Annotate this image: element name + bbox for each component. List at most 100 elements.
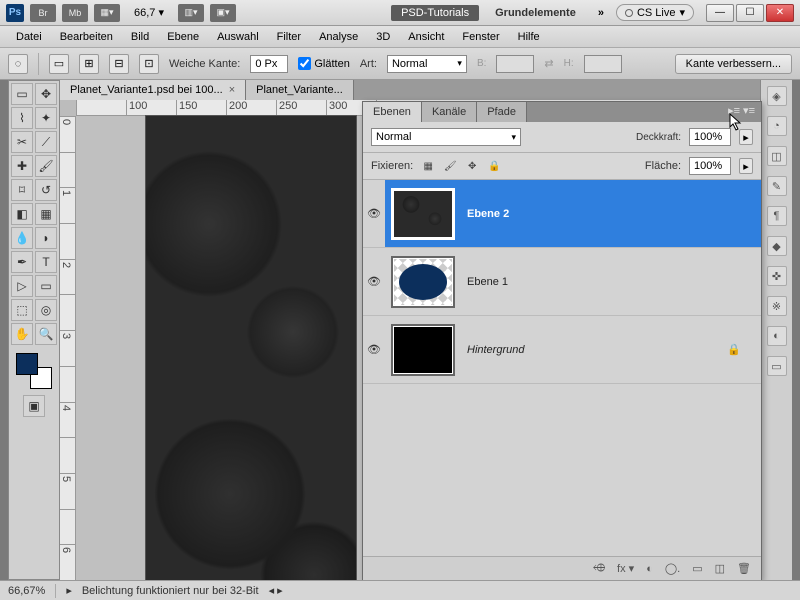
type-tool[interactable]: T	[35, 251, 57, 273]
3d-tool[interactable]: ⬚	[11, 299, 33, 321]
tab-pfade[interactable]: Pfade	[477, 102, 527, 122]
menu-hilfe[interactable]: Hilfe	[510, 29, 548, 45]
layer-group-icon[interactable]: ▭	[692, 562, 702, 575]
layout-button[interactable]: ▦▾	[94, 4, 120, 22]
lock-pixels-icon[interactable]: 🖌	[443, 159, 457, 173]
hand-tool[interactable]: ✋	[11, 323, 33, 345]
zoom-display[interactable]: 66,7 ▾	[126, 6, 172, 19]
link-layers-icon[interactable]: ⬲	[593, 562, 605, 575]
layer-name[interactable]: Ebene 1	[461, 276, 761, 288]
cslive-button[interactable]: CS Live ▾	[616, 4, 694, 21]
selection-sub-icon[interactable]: ⊟	[109, 54, 129, 74]
menu-auswahl[interactable]: Auswahl	[209, 29, 267, 45]
delete-layer-icon[interactable]: 🗑	[737, 562, 751, 575]
bridge-button[interactable]: Br	[30, 4, 56, 22]
gradient-tool[interactable]: ▦	[35, 203, 57, 225]
3dcam-tool[interactable]: ◎	[35, 299, 57, 321]
wand-tool[interactable]: ✦	[35, 107, 57, 129]
menu-datei[interactable]: Datei	[8, 29, 50, 45]
panel-menu-icon[interactable]: ▸≡ ▾≡	[722, 102, 761, 122]
close-icon[interactable]: ×	[229, 84, 235, 96]
tool-preset-icon[interactable]: ◌	[8, 54, 28, 74]
status-nav-icon[interactable]: ◂ ▸	[269, 584, 283, 597]
screenmode-button[interactable]: ▣▾	[210, 4, 236, 22]
menu-fenster[interactable]: Fenster	[454, 29, 507, 45]
adjustment-layer-icon[interactable]: ◯.	[665, 562, 680, 575]
quickmask-toggle[interactable]: ▣	[23, 395, 45, 417]
fill-slider-icon[interactable]: ▸	[739, 158, 753, 174]
visibility-icon[interactable]: 👁	[363, 343, 385, 356]
layer-row[interactable]: 👁 Ebene 2	[363, 180, 761, 248]
layer-thumbnail[interactable]	[391, 324, 455, 376]
panel-icon[interactable]: ◔	[767, 116, 787, 136]
crop-tool[interactable]: ✂	[11, 131, 33, 153]
brush-tool[interactable]: 🖌	[35, 155, 57, 177]
selection-add-icon[interactable]: ⊞	[79, 54, 99, 74]
opacity-slider-icon[interactable]: ▸	[739, 129, 753, 145]
color-swatches[interactable]	[16, 353, 52, 389]
panel-icon[interactable]: ◆	[767, 236, 787, 256]
layer-thumbnail[interactable]	[391, 256, 455, 308]
eyedropper-tool[interactable]: ⟋	[35, 131, 57, 153]
history-brush-tool[interactable]: ↺	[35, 179, 57, 201]
stamp-tool[interactable]: ⌑	[11, 179, 33, 201]
opacity-input[interactable]: 100%	[689, 128, 731, 146]
move-tool[interactable]: ✥	[35, 83, 57, 105]
minimize-button[interactable]: —	[706, 4, 734, 22]
panel-icon[interactable]: ▭	[767, 356, 787, 376]
visibility-icon[interactable]: 👁	[363, 180, 385, 247]
selection-new-icon[interactable]: ▭	[49, 54, 69, 74]
lock-transparency-icon[interactable]: ▦	[421, 159, 435, 173]
layer-fx-icon[interactable]: fx ▾	[617, 562, 634, 575]
eraser-tool[interactable]: ◧	[11, 203, 33, 225]
feather-input[interactable]: 0 Px	[250, 55, 288, 73]
viewmode-button[interactable]: ▥▾	[178, 4, 204, 22]
menu-ansicht[interactable]: Ansicht	[400, 29, 452, 45]
blend-mode-dropdown[interactable]: Normal	[371, 128, 521, 146]
close-button[interactable]: ✕	[766, 4, 794, 22]
refine-edge-button[interactable]: Kante verbessern...	[675, 54, 792, 74]
layer-name[interactable]: Hintergrund	[461, 344, 727, 356]
tab-kanaele[interactable]: Kanäle	[422, 102, 477, 122]
menu-bild[interactable]: Bild	[123, 29, 157, 45]
selection-intersect-icon[interactable]: ⊡	[139, 54, 159, 74]
menu-bearbeiten[interactable]: Bearbeiten	[52, 29, 121, 45]
document-tab[interactable]: Planet_Variante1.psd bei 100...×	[60, 80, 246, 100]
panel-icon[interactable]: ✜	[767, 266, 787, 286]
menu-filter[interactable]: Filter	[269, 29, 309, 45]
layer-row[interactable]: 👁 Ebene 1	[363, 248, 761, 316]
new-layer-icon[interactable]: ◫	[715, 562, 725, 575]
blur-tool[interactable]: 💧	[11, 227, 33, 249]
status-nav-icon[interactable]: ▸	[66, 584, 72, 597]
maximize-button[interactable]: ☐	[736, 4, 764, 22]
antialias-checkbox[interactable]: Glätten	[298, 57, 349, 70]
menu-analyse[interactable]: Analyse	[311, 29, 366, 45]
layer-row[interactable]: 👁 Hintergrund 🔒	[363, 316, 761, 384]
layer-name[interactable]: Ebene 2	[461, 208, 761, 220]
status-zoom[interactable]: 66,67%	[8, 585, 45, 597]
lasso-tool[interactable]: ⌇	[11, 107, 33, 129]
document-tab[interactable]: Planet_Variante...	[246, 80, 354, 100]
lock-position-icon[interactable]: ✥	[465, 159, 479, 173]
pen-tool[interactable]: ✒	[11, 251, 33, 273]
heal-tool[interactable]: ✚	[11, 155, 33, 177]
canvas[interactable]	[146, 116, 356, 580]
minibridge-button[interactable]: Mb	[62, 4, 88, 22]
fill-input[interactable]: 100%	[689, 157, 731, 175]
zoom-tool[interactable]: 🔍	[35, 323, 57, 345]
layer-thumbnail[interactable]	[391, 188, 455, 240]
panel-icon[interactable]: ※	[767, 296, 787, 316]
menu-ebene[interactable]: Ebene	[159, 29, 207, 45]
workspace-tab-active[interactable]: PSD-Tutorials	[391, 5, 479, 21]
foreground-swatch[interactable]	[16, 353, 38, 375]
panel-icon[interactable]: ◈	[767, 86, 787, 106]
dodge-tool[interactable]: ◗	[35, 227, 57, 249]
layer-mask-icon[interactable]: ◐	[646, 563, 653, 575]
lock-all-icon[interactable]: 🔒	[487, 159, 501, 173]
visibility-icon[interactable]: 👁	[363, 275, 385, 288]
path-tool[interactable]: ▷	[11, 275, 33, 297]
menu-3d[interactable]: 3D	[368, 29, 398, 45]
workspace-tab-other[interactable]: Grundelemente	[485, 5, 586, 21]
workspace-more[interactable]: »	[592, 7, 610, 19]
shape-tool[interactable]: ▭	[35, 275, 57, 297]
